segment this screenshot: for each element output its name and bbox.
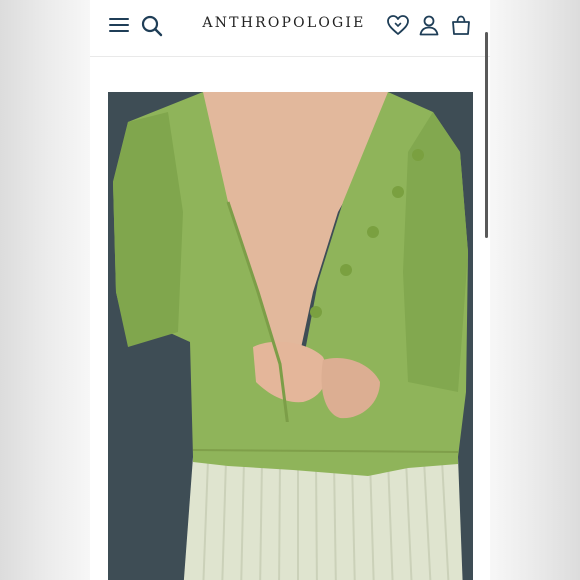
account-icon[interactable] (418, 14, 440, 36)
brand-logo[interactable]: ANTHROPOLOGIE (194, 15, 374, 31)
scrollbar[interactable] (485, 32, 488, 238)
site-header: ANTHROPOLOGIE (90, 0, 490, 57)
menu-icon[interactable] (109, 17, 129, 33)
search-icon[interactable] (141, 15, 163, 37)
phone-screen: ANTHROPOLOGIE (90, 0, 490, 580)
product-image[interactable] (108, 92, 473, 580)
blurred-background-right (490, 0, 580, 580)
heart-icon[interactable] (386, 14, 410, 36)
product-photo (108, 92, 473, 580)
blurred-background-left (0, 0, 90, 580)
bag-icon[interactable] (450, 14, 472, 36)
